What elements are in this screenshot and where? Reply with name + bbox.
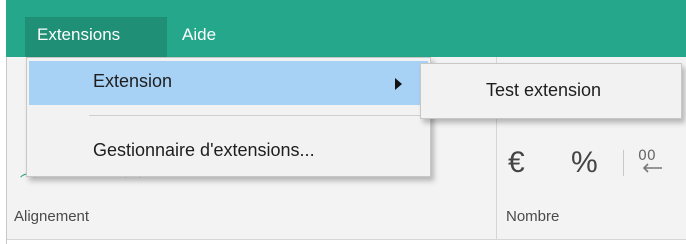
menu-separator bbox=[89, 115, 429, 116]
menu-item-extension-manager-label: Gestionnaire d'extensions... bbox=[93, 140, 315, 160]
menu-item-extension[interactable]: Extension bbox=[29, 61, 428, 105]
number-format-separator bbox=[623, 150, 624, 176]
extension-submenu: Test extension bbox=[420, 63, 682, 119]
ribbon-bottom-border bbox=[7, 239, 686, 244]
decrease-decimal-icon[interactable]: 00 bbox=[636, 146, 672, 178]
group-label-alignement: Alignement bbox=[14, 208, 90, 225]
menu-item-extension-manager[interactable]: Gestionnaire d'extensions... bbox=[29, 130, 428, 174]
extensions-dropdown-menu: Extension Gestionnaire d'extensions... bbox=[26, 57, 431, 177]
menu-item-extension-label: Extension bbox=[93, 71, 173, 91]
currency-euro-icon[interactable]: € bbox=[508, 146, 525, 180]
menu-extensions[interactable]: Extensions bbox=[25, 17, 167, 57]
submenu-arrow-icon bbox=[395, 78, 402, 90]
menu-aide[interactable]: Aide bbox=[170, 17, 228, 57]
submenu-item-test-extension[interactable]: Test extension bbox=[486, 80, 601, 101]
svg-text:00: 00 bbox=[638, 148, 656, 164]
percent-icon[interactable]: % bbox=[571, 146, 598, 180]
group-label-nombre: Nombre bbox=[506, 208, 560, 225]
